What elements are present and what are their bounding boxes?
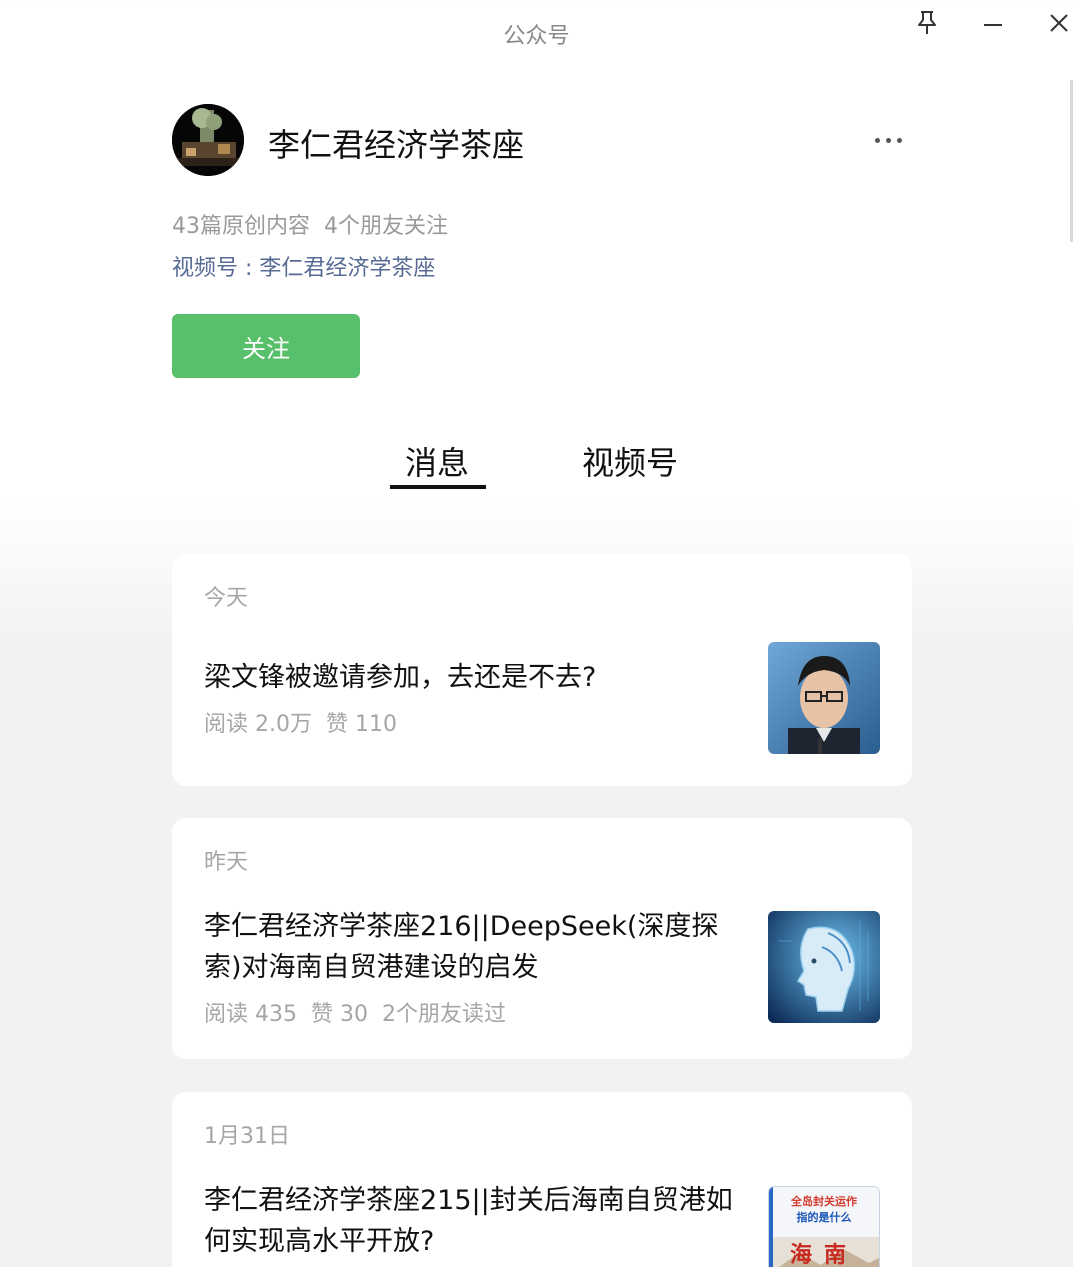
article-title[interactable]: 李仁君经济学茶座215||封关后海南自贸港如何实现高水平开放? (204, 1180, 744, 1262)
account-name: 李仁君经济学茶座 (268, 126, 525, 164)
follow-button[interactable]: 关注 (172, 314, 360, 378)
minimize-button[interactable] (973, 8, 1013, 38)
channel-link[interactable]: 视频号 : 李仁君经济学茶座 (172, 250, 435, 282)
more-dot-icon (885, 137, 891, 143)
article-card[interactable]: 昨天 李仁君经济学茶座216||DeepSeek(深度探索)对海南自贸港建设的启… (172, 818, 912, 1059)
article-thumbnail[interactable] (768, 911, 880, 1023)
minimize-icon (984, 24, 1002, 26)
article-friends-read: 2个朋友读过 (382, 1002, 506, 1027)
account-stats: 43篇原创内容 4个朋友关注 (172, 208, 448, 240)
tab-messages[interactable]: 消息 (405, 438, 469, 484)
article-likes: 赞 110 (325, 712, 397, 737)
thumbnail-subline: 指的是什么 (796, 1211, 852, 1224)
article-title[interactable]: 梁文锋被邀请参加，去还是不去? (204, 657, 744, 698)
article-thumbnail[interactable] (768, 642, 880, 754)
article-card[interactable]: 1月31日 李仁君经济学茶座215||封关后海南自贸港如何实现高水平开放? 全岛… (172, 1092, 912, 1267)
article-reads: 阅读 2.0万 (204, 712, 312, 737)
article-likes: 赞 30 (311, 1002, 368, 1027)
title-bar: 公众号 (0, 0, 1073, 64)
article-title[interactable]: 李仁君经济学茶座216||DeepSeek(深度探索)对海南自贸港建设的启发 (204, 906, 744, 988)
close-icon (1050, 14, 1068, 32)
tab-channels[interactable]: 视频号 (582, 438, 678, 484)
thumbnail-brush-text: 海南 (789, 1243, 858, 1267)
active-tab-indicator (390, 485, 486, 489)
article-reads: 阅读 435 (204, 1002, 297, 1027)
more-dot-icon (874, 137, 880, 143)
thumbnail-headline: 全岛封关运作 (791, 1195, 857, 1208)
article-meta: 阅读 435 赞 30 2个朋友读过 (204, 996, 506, 1028)
more-options-button[interactable] (866, 126, 910, 154)
account-avatar[interactable] (172, 104, 244, 176)
article-date: 1月31日 (204, 1124, 290, 1149)
friends-following: 4个朋友关注 (324, 214, 448, 239)
pin-button[interactable] (907, 8, 947, 38)
pin-icon (918, 11, 936, 34)
article-meta: 阅读 2.0万赞 110 (204, 706, 397, 738)
article-date: 昨天 (204, 850, 249, 875)
article-date: 今天 (204, 586, 249, 611)
article-thumbnail[interactable]: 全岛封关运作 指的是什么 海南 (768, 1186, 880, 1267)
article-card[interactable]: 今天 梁文锋被邀请参加，去还是不去? 阅读 2.0万赞 110 (172, 554, 912, 786)
close-button[interactable] (1039, 8, 1073, 38)
more-dot-icon (896, 137, 902, 143)
original-count: 43篇原创内容 (172, 214, 310, 239)
